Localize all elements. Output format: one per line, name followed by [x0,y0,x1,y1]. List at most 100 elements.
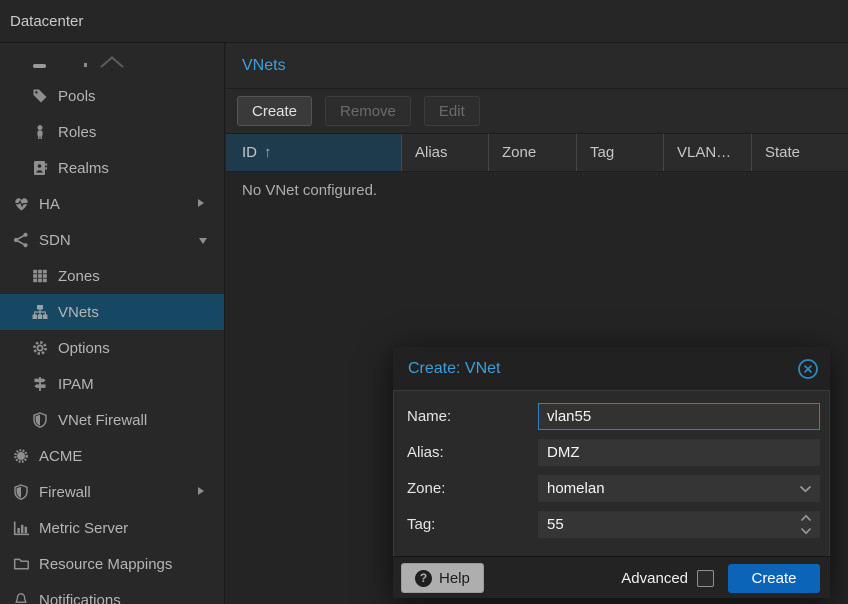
tag-label: Tag: [407,511,435,538]
caret-right-icon [198,487,204,495]
sidebar-item-ipam[interactable]: IPAM [0,366,224,402]
sidebar-item-label: VNets [58,304,99,321]
sidebar-item-pools[interactable]: Pools [0,78,224,114]
column-header-alias[interactable]: Alias [401,134,488,171]
folder-icon [12,556,30,572]
create-button[interactable]: Create [237,96,312,126]
sitemap-icon [31,304,49,320]
column-label: Alias [415,144,448,161]
column-header-id[interactable]: ID ↑ [226,134,401,171]
clipped-item-icon [33,64,46,68]
bar-chart-icon [12,520,30,536]
sidebar-item-roles[interactable]: Roles [0,114,224,150]
form-row-name: Name: [394,403,829,430]
form-row-tag: Tag: [394,511,829,538]
shield-icon [12,484,30,500]
sidebar-item-metric-server[interactable]: Metric Server [0,510,224,546]
sidebar-item-sdn[interactable]: SDN [0,222,224,258]
spinner-up-icon[interactable] [800,514,812,522]
sidebar-item-zones[interactable]: Zones [0,258,224,294]
seal-icon [12,448,30,464]
table-header: ID ↑ Alias Zone Tag VLAN… State [226,134,848,172]
sidebar-item-notifications[interactable]: Notifications [0,582,224,604]
sidebar-item-options[interactable]: Options [0,330,224,366]
caret-down-icon [199,238,207,244]
sidebar: Pools Roles Realms HA SDN [0,43,225,604]
help-button-label: Help [439,570,470,587]
column-header-tag[interactable]: Tag [576,134,663,171]
help-button[interactable]: ? Help [401,563,484,593]
sidebar-item-label: Realms [58,160,109,177]
dialog-title: Create: VNet [408,360,797,378]
sidebar-item-label: Resource Mappings [39,556,172,573]
name-input[interactable] [538,403,820,430]
sidebar-item-label: ACME [39,448,82,465]
dialog-body: Name: Alias: Zone: [393,390,830,556]
sidebar-item-label: Options [58,340,110,357]
grid-icon [31,268,49,284]
column-label: Tag [590,144,614,161]
sidebar-item-label: Zones [58,268,100,285]
panel-title: VNets [242,57,286,75]
spinner-down-icon[interactable] [800,527,812,535]
column-label: ID [242,144,257,161]
sidebar-item-firewall[interactable]: Firewall [0,474,224,510]
caret-right-icon [198,199,204,207]
sidebar-item-label: Pools [58,88,96,105]
table-empty-message: No VNet configured. [226,172,848,209]
number-spinner [800,514,812,535]
sidebar-item-label: Roles [58,124,96,141]
sidebar-item-label: SDN [39,232,71,249]
zone-label: Zone: [407,475,445,502]
sidebar-item-label: HA [39,196,60,213]
edit-button[interactable]: Edit [424,96,480,126]
network-nodes-icon [12,232,30,248]
user-icon [31,124,49,140]
sidebar-item-vnets[interactable]: VNets [0,294,224,330]
sidebar-item-acme[interactable]: ACME [0,438,224,474]
sort-ascending-icon: ↑ [264,144,272,161]
page-title: Datacenter [10,13,83,30]
bell-icon [12,592,30,604]
question-icon: ? [415,570,432,587]
zone-combobox[interactable] [538,475,820,502]
sidebar-item-label: Notifications [39,592,121,604]
dialog-footer: ? Help Advanced Create [393,556,830,598]
column-header-zone[interactable]: Zone [488,134,576,171]
advanced-checkbox[interactable] [697,570,714,587]
sidebar-item-ha[interactable]: HA [0,186,224,222]
address-book-icon [31,160,49,176]
tag-number-input[interactable] [538,511,820,538]
signpost-icon [31,376,49,392]
app-root: Datacenter Pools Roles Real [0,0,848,604]
close-icon[interactable] [797,358,819,380]
column-label: Zone [502,144,536,161]
sidebar-item-resource-mappings[interactable]: Resource Mappings [0,546,224,582]
column-header-vlanaware[interactable]: VLAN… [663,134,751,171]
alias-label: Alias: [407,439,444,466]
name-label: Name: [407,403,451,430]
gear-icon [31,340,49,356]
sidebar-item-label: VNet Firewall [58,412,147,429]
app-header: Datacenter [0,0,848,43]
dialog-header[interactable]: Create: VNet [393,347,830,390]
sidebar-item-label: Firewall [39,484,91,501]
chevron-down-icon[interactable] [799,485,812,493]
column-header-state[interactable]: State [751,134,848,171]
tag-icon [31,88,49,104]
remove-button[interactable]: Remove [325,96,411,126]
shield-icon [31,412,49,428]
clipped-item-text-fragment [84,63,87,67]
column-label: VLAN… [677,144,731,161]
create-vnet-dialog: Create: VNet Name: Alias: Zone: [393,347,830,598]
sidebar-clipped-row [0,43,224,78]
dialog-create-button[interactable]: Create [728,564,820,593]
sidebar-item-realms[interactable]: Realms [0,150,224,186]
chevron-up-icon[interactable] [99,55,125,69]
toolbar: Create Remove Edit [226,89,848,134]
panel-header: VNets [226,43,848,89]
sidebar-item-vnet-firewall[interactable]: VNet Firewall [0,402,224,438]
alias-input[interactable] [538,439,820,466]
sidebar-item-label: IPAM [58,376,94,393]
column-label: State [765,144,800,161]
